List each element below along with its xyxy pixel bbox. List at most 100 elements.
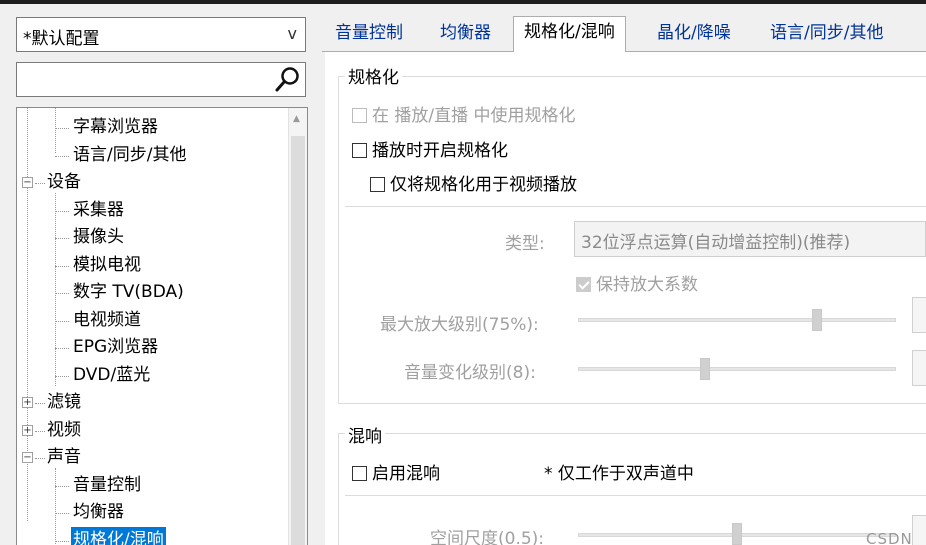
checkbox-label: 播放时开启规格化 xyxy=(372,141,508,161)
checkbox-box xyxy=(576,277,591,292)
tree-connector xyxy=(55,266,69,267)
tree-connector xyxy=(55,128,69,129)
tree-connector xyxy=(55,376,69,377)
tab-equalizer[interactable]: 均衡器 xyxy=(440,18,491,52)
room-size-slider-thumb[interactable] xyxy=(732,523,742,545)
enable-on-playback-checkbox[interactable]: 播放时开启规格化 xyxy=(352,136,508,161)
tree-item[interactable]: 摄像头 xyxy=(17,224,289,251)
tree-item-label: 数字 TV(BDA) xyxy=(73,282,184,302)
expand-toggle-icon[interactable]: + xyxy=(22,397,33,408)
room-size-spinbox[interactable] xyxy=(912,515,926,545)
tree-connector xyxy=(55,541,69,542)
max-gain-label: 最大放大级别(75%): xyxy=(380,315,539,335)
stereo-only-note: * 仅工作于双声道中 xyxy=(544,464,694,484)
tree-item[interactable]: 均衡器 xyxy=(17,499,289,526)
tree-item-label: 语言/同步/其他 xyxy=(73,145,187,165)
tree-item-label: 摄像头 xyxy=(73,227,124,247)
tree-item-label: 采集器 xyxy=(73,200,124,220)
keep-gain-checkbox[interactable]: 保持放大系数 xyxy=(576,270,698,295)
volume-change-spinbox[interactable] xyxy=(912,350,926,386)
tree-item[interactable]: − 设备 xyxy=(17,169,289,196)
tree-connector xyxy=(55,486,69,487)
collapse-toggle-icon[interactable]: − xyxy=(22,177,33,188)
tab-language-sync-other[interactable]: 语言/同步/其他 xyxy=(770,18,883,52)
normalization-title: 规格化 xyxy=(345,63,402,88)
tree-item-selected[interactable]: 规格化/混响 xyxy=(17,527,289,545)
chevron-down-icon: v xyxy=(287,24,297,43)
checkbox-label: 保持放大系数 xyxy=(596,275,698,295)
tree-item-label: EPG浏览器 xyxy=(73,337,159,357)
tree-connector xyxy=(55,321,69,322)
reverb-title: 混响 xyxy=(345,422,385,447)
reverb-group xyxy=(338,433,926,545)
enable-reverb-checkbox[interactable]: 启用混响 xyxy=(352,459,440,484)
settings-tree[interactable]: 字幕浏览器 语言/同步/其他 − 设备 采集器 摄像头 模拟电视 数字 TV(BD… xyxy=(16,107,308,545)
type-select-value: 32位浮点运算(自动增益控制)(推荐) xyxy=(581,233,851,253)
checkbox-label: 在 播放/直播 中使用规格化 xyxy=(372,106,576,126)
video-only-checkbox[interactable]: 仅将规格化用于视频播放 xyxy=(370,170,577,195)
tree-item[interactable]: + 滤镜 xyxy=(17,389,289,416)
tree-connector xyxy=(55,348,69,349)
tree-item-label: 声音 xyxy=(47,447,81,467)
tab-normalization-reverb[interactable]: 规格化/混响 xyxy=(513,16,626,52)
tree-connector xyxy=(35,183,45,184)
collapse-toggle-icon[interactable]: − xyxy=(22,452,33,463)
tree-item-label: DVD/蓝光 xyxy=(73,365,151,385)
search-icon[interactable] xyxy=(274,66,300,94)
scroll-up-icon[interactable]: ▲ xyxy=(293,114,300,124)
tree-item-label: 字幕浏览器 xyxy=(73,117,158,137)
watermark: CSDN xyxy=(866,530,913,545)
profile-dropdown[interactable]: *默认配置 v xyxy=(16,17,306,52)
tree-item-label: 视频 xyxy=(47,420,81,440)
tree-connector xyxy=(55,293,69,294)
checkbox-label: 仅将规格化用于视频播放 xyxy=(390,175,577,195)
tree-item[interactable]: 电视频道 xyxy=(17,307,289,334)
tree-item[interactable]: − 声音 xyxy=(17,444,289,471)
tree-item[interactable]: DVD/蓝光 xyxy=(17,362,289,389)
tree-connector xyxy=(55,211,69,212)
tree-connector xyxy=(35,431,45,432)
tree-connector xyxy=(55,156,69,157)
checkbox-label: 启用混响 xyxy=(372,464,440,484)
max-gain-slider-thumb[interactable] xyxy=(811,309,822,331)
volume-change-slider-thumb[interactable] xyxy=(700,358,711,380)
type-select[interactable]: 32位浮点运算(自动增益控制)(推荐) xyxy=(574,221,926,257)
tree-item-label: 设备 xyxy=(47,172,81,192)
tree-item-label: 音量控制 xyxy=(73,475,141,495)
search-input[interactable] xyxy=(16,62,306,97)
divider xyxy=(345,495,926,496)
max-gain-spinbox[interactable] xyxy=(912,297,926,333)
tree-item-label: 模拟电视 xyxy=(73,255,141,275)
checkbox-box xyxy=(352,143,367,158)
type-label: 类型: xyxy=(505,234,545,254)
tree-item[interactable]: EPG浏览器 xyxy=(17,334,289,361)
tree-connector xyxy=(35,403,45,404)
room-size-label: 空间尺度(0.5): xyxy=(430,529,545,545)
tree-item[interactable]: 字幕浏览器 xyxy=(17,114,289,141)
tab-volume-control[interactable]: 音量控制 xyxy=(335,18,403,52)
scrollbar-thumb[interactable] xyxy=(291,136,305,545)
tree-item-label: 滤镜 xyxy=(47,392,81,412)
tree-connector xyxy=(35,458,45,459)
tree-connector xyxy=(55,238,69,239)
divider xyxy=(345,206,926,207)
tree-connector xyxy=(55,513,69,514)
checkbox-box xyxy=(370,177,385,192)
tree-item[interactable]: 音量控制 xyxy=(17,472,289,499)
tree-item-label: 均衡器 xyxy=(73,502,124,522)
tab-crystalize-denoise[interactable]: 晶化/降噪 xyxy=(657,18,731,52)
tree-item[interactable]: 数字 TV(BDA) xyxy=(17,279,289,306)
tree-scrollbar[interactable]: ▲ xyxy=(288,108,307,545)
checkbox-box xyxy=(352,108,367,123)
profile-selected: *默认配置 xyxy=(23,29,100,49)
tree-item-label: 规格化/混响 xyxy=(71,527,166,545)
volume-change-slider-track[interactable] xyxy=(578,367,896,371)
max-gain-slider-track[interactable] xyxy=(578,318,896,322)
expand-toggle-icon[interactable]: + xyxy=(22,425,33,436)
tree-item[interactable]: 采集器 xyxy=(17,197,289,224)
tree-item-label: 电视频道 xyxy=(73,310,141,330)
use-in-playback-checkbox[interactable]: 在 播放/直播 中使用规格化 xyxy=(352,101,576,126)
tree-item[interactable]: 语言/同步/其他 xyxy=(17,142,289,169)
tree-item[interactable]: 模拟电视 xyxy=(17,252,289,279)
tree-item[interactable]: + 视频 xyxy=(17,417,289,444)
